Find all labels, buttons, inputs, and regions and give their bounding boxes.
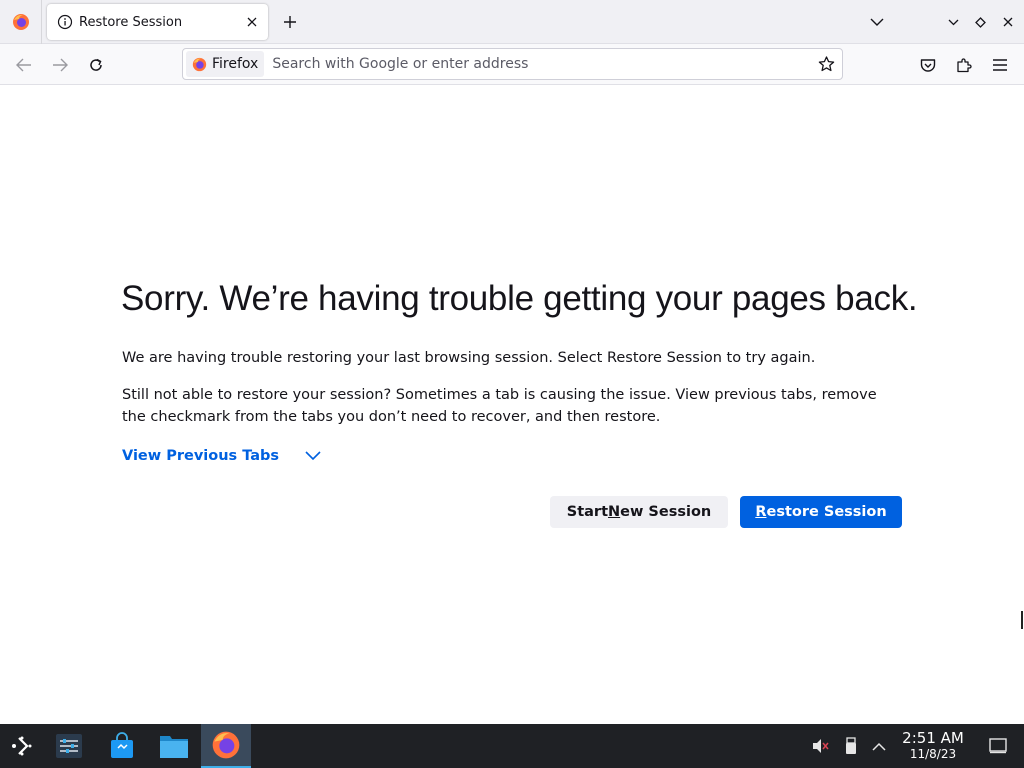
firefox-icon xyxy=(192,57,207,71)
close-icon xyxy=(1003,17,1012,27)
maximize-icon xyxy=(975,16,986,28)
info-icon xyxy=(57,14,73,30)
forward-button[interactable] xyxy=(46,51,74,79)
extensions-button[interactable] xyxy=(950,51,978,79)
text-cursor xyxy=(1021,611,1023,629)
pocket-button[interactable] xyxy=(914,51,942,79)
view-previous-tabs-label: View Previous Tabs xyxy=(122,448,280,464)
firefox-icon xyxy=(12,14,29,30)
hamburger-menu-icon xyxy=(993,59,1007,71)
tab-restore-session[interactable]: Restore Session xyxy=(47,4,268,40)
chevron-down-icon xyxy=(870,18,884,26)
reload-button[interactable] xyxy=(82,51,110,79)
restore-session-button[interactable]: Restore Session xyxy=(740,496,902,528)
navigation-toolbar: Firefox xyxy=(0,44,1024,85)
clock-time: 2:51 AM xyxy=(902,729,964,747)
taskbar-system-settings[interactable] xyxy=(48,724,90,768)
new-tab-button[interactable] xyxy=(278,10,302,34)
app-menu-button[interactable] xyxy=(986,51,1014,79)
identity-box[interactable]: Firefox xyxy=(186,51,265,77)
show-desktop-icon xyxy=(989,738,1007,754)
close-tab-button[interactable] xyxy=(240,10,264,34)
window-controls xyxy=(943,10,1018,34)
minimize-icon xyxy=(948,19,959,25)
close-window-button[interactable] xyxy=(997,10,1018,34)
forward-arrow-icon xyxy=(53,58,68,72)
page-title: Sorry. We’re having trouble getting your… xyxy=(121,279,918,318)
volume-muted-icon xyxy=(813,739,829,753)
chevron-down-icon xyxy=(305,451,321,461)
close-icon xyxy=(247,17,257,27)
firefox-icon xyxy=(212,731,240,759)
address-input[interactable] xyxy=(264,56,812,72)
star-icon xyxy=(818,56,834,72)
list-all-tabs-button[interactable] xyxy=(864,10,890,34)
puzzle-piece-icon xyxy=(957,58,972,73)
clock-date: 11/8/23 xyxy=(909,747,957,761)
tab-strip: Restore Session xyxy=(0,0,1024,44)
removable-devices-button[interactable] xyxy=(840,724,862,768)
back-arrow-icon xyxy=(16,58,31,72)
discover-store-icon xyxy=(111,732,133,758)
help-message: Still not able to restore your session? … xyxy=(122,387,877,425)
reload-icon xyxy=(90,58,102,71)
bookmark-button[interactable] xyxy=(812,50,840,78)
removable-device-icon xyxy=(846,737,856,754)
taskbar-discover[interactable] xyxy=(100,724,144,768)
app-launcher-icon xyxy=(12,736,32,756)
start-new-session-button[interactable]: Start New Session xyxy=(550,496,728,528)
restore-session-accesskey: R xyxy=(755,504,767,520)
back-button[interactable] xyxy=(10,51,38,79)
taskbar-file-manager[interactable] xyxy=(152,724,196,768)
show-hidden-icons-button[interactable] xyxy=(868,724,890,768)
tab-title: Restore Session xyxy=(79,14,183,30)
taskbar: 2:51 AM 11/8/23 xyxy=(0,724,1024,768)
restore-session-page: Sorry. We’re having trouble getting your… xyxy=(0,86,1024,724)
plus-icon xyxy=(284,16,296,28)
app-launcher-button[interactable] xyxy=(0,724,44,768)
pocket-icon xyxy=(920,58,936,72)
view-previous-tabs-toggle[interactable]: View Previous Tabs xyxy=(122,448,321,464)
taskbar-firefox[interactable] xyxy=(201,724,251,768)
firefox-view-button[interactable] xyxy=(0,0,42,44)
tray-expand-icon xyxy=(872,742,886,751)
minimize-button[interactable] xyxy=(943,10,964,34)
system-settings-icon xyxy=(56,734,82,758)
identity-label: Firefox xyxy=(212,56,259,72)
url-bar[interactable]: Firefox xyxy=(182,48,843,80)
start-new-session-label-part: ew Session xyxy=(620,504,712,520)
digital-clock[interactable]: 2:51 AM 11/8/23 xyxy=(896,729,970,762)
start-new-session-label-part: Start xyxy=(566,504,609,520)
volume-button[interactable] xyxy=(808,724,832,768)
error-message: We are having trouble restoring your las… xyxy=(122,350,816,366)
show-desktop-button[interactable] xyxy=(984,724,1012,768)
file-manager-icon xyxy=(160,736,188,758)
restore-session-label-part: estore Session xyxy=(766,504,887,520)
start-new-session-accesskey: N xyxy=(608,504,621,520)
maximize-button[interactable] xyxy=(970,10,991,34)
